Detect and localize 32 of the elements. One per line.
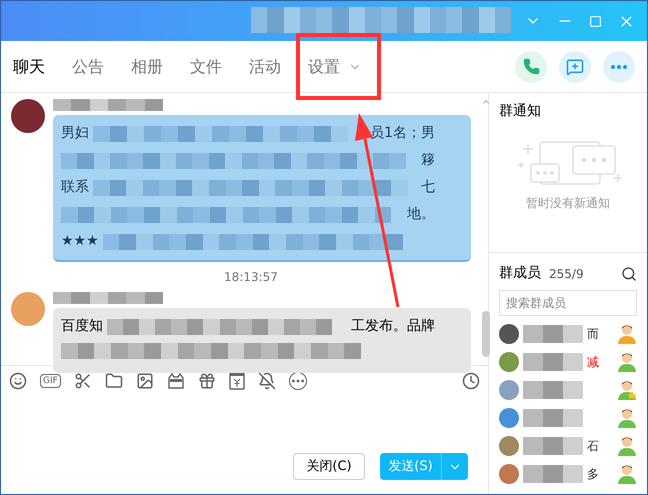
member-name: 而 [587,326,599,342]
member-row[interactable]: 石 [499,434,637,457]
member-name: 减 [587,354,599,370]
member-row[interactable]: 而 [499,322,637,345]
tab[interactable]: 文件 [190,54,222,78]
message-text: 簃 [421,151,435,170]
tab[interactable]: 活动 [249,54,281,78]
tab[interactable]: 公告 [72,54,104,78]
message-text: 男妇 [61,124,89,143]
message-text: 百度知 [61,317,103,336]
close-button[interactable]: 关闭(C) [293,453,365,480]
empty-notice-text: 暂时没有新通知 [526,195,610,212]
member-name: 石 [587,438,599,454]
gif-button[interactable]: GIF [40,374,61,388]
message-time: 18:13:57 [223,269,278,286]
member-name: 多 [587,466,599,482]
panel-title: 群通知 [499,102,542,121]
message-text: 员1名；男 [370,124,435,143]
send-button[interactable]: 发送(S) [380,453,442,480]
tab[interactable]: 设置 [308,54,362,78]
member-row[interactable]: 多 [499,462,637,485]
search-field[interactable]: 搜索群成员 [499,290,637,316]
message-text: 工发布。品牌 [351,317,435,336]
message-text: 联系 [61,178,89,197]
panel-title: 群成员 [499,264,541,283]
member-row[interactable]: 减 [499,350,637,373]
message-text: 七 [421,178,435,197]
tab[interactable]: 相册 [131,54,163,78]
message-text: 地。 [407,205,435,224]
member-count: 255/9 [549,266,584,282]
tab[interactable]: 聊天 [13,54,45,78]
message-text: ★★★ [61,232,99,251]
